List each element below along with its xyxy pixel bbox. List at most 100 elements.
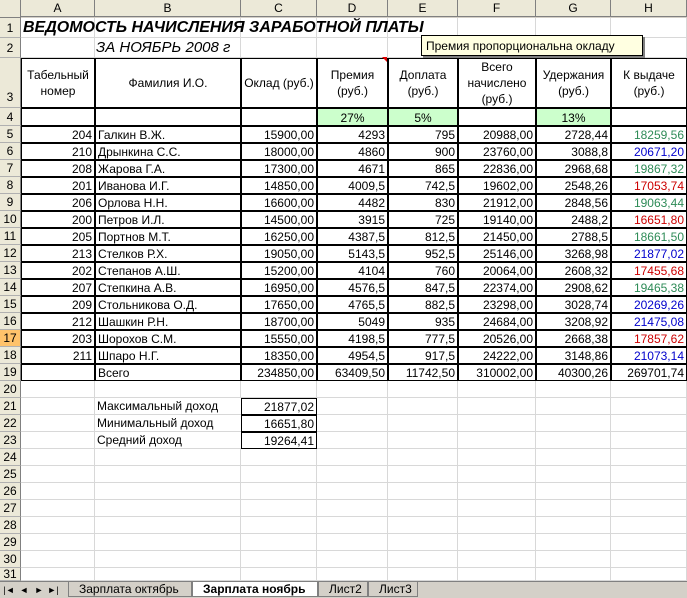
last-sheet-icon[interactable]: ►|	[47, 584, 59, 596]
cell-payout[interactable]: 18259,56	[611, 126, 687, 143]
cell-salary[interactable]: 15200,00	[241, 262, 317, 279]
header-h[interactable]: К выдаче (руб.)	[611, 58, 687, 108]
cell-bonus[interactable]: 4293	[317, 126, 388, 143]
row-header-31[interactable]: 31	[0, 568, 21, 581]
cell-bonus[interactable]: 4198,5	[317, 330, 388, 347]
cell-deduction[interactable]: 3148,86	[536, 347, 611, 364]
row-header-25[interactable]: 25	[0, 466, 21, 483]
cell-bonus[interactable]: 5049	[317, 313, 388, 330]
cell-extra[interactable]: 830	[388, 194, 458, 211]
totals-pay[interactable]: 269701,74	[611, 364, 687, 381]
cell-total[interactable]: 21912,00	[458, 194, 536, 211]
empty-cell[interactable]	[21, 517, 95, 534]
first-sheet-icon[interactable]: |◄	[3, 584, 15, 596]
cell-deduction[interactable]: 2848,56	[536, 194, 611, 211]
cell-extra[interactable]: 795	[388, 126, 458, 143]
column-header-d[interactable]: D	[317, 0, 388, 17]
row-header-21[interactable]: 21	[0, 398, 21, 415]
rate-empty-h[interactable]	[611, 108, 687, 126]
row-header-6[interactable]: 6	[0, 143, 21, 160]
cell-payout[interactable]: 19063,44	[611, 194, 687, 211]
prev-sheet-icon[interactable]: ◄	[18, 584, 30, 596]
cell-id[interactable]: 203	[21, 330, 95, 347]
cell-bonus[interactable]: 4482	[317, 194, 388, 211]
cell-name[interactable]: Жарова Г.А.	[95, 160, 241, 177]
cell-name[interactable]: Портнов М.Т.	[95, 228, 241, 245]
column-header-b[interactable]: B	[95, 0, 241, 17]
rate-d[interactable]: 27%	[317, 108, 388, 126]
totals-ded[interactable]: 40300,26	[536, 364, 611, 381]
header-a[interactable]: Табельный номер	[21, 58, 95, 108]
empty-cell[interactable]	[317, 449, 388, 466]
cell-salary[interactable]: 18350,00	[241, 347, 317, 364]
empty-cell[interactable]	[536, 432, 611, 449]
cell-name[interactable]: Степанов А.Ш.	[95, 262, 241, 279]
empty-cell[interactable]	[536, 381, 611, 398]
empty-cell[interactable]	[317, 551, 388, 568]
empty-cell[interactable]	[458, 381, 536, 398]
cell-id[interactable]: 207	[21, 279, 95, 296]
empty-cell[interactable]	[536, 517, 611, 534]
empty-cell[interactable]	[458, 517, 536, 534]
empty-cell[interactable]	[536, 534, 611, 551]
cell-payout[interactable]: 17857,62	[611, 330, 687, 347]
empty-cell[interactable]	[536, 398, 611, 415]
cell-name[interactable]: Петров И.Л.	[95, 211, 241, 228]
empty-cell[interactable]	[241, 517, 317, 534]
header-f[interactable]: Всего начислено (руб.)	[458, 58, 536, 108]
cell-deduction[interactable]: 2548,26	[536, 177, 611, 194]
cell-id[interactable]: 202	[21, 262, 95, 279]
cell-deduction[interactable]: 2668,38	[536, 330, 611, 347]
cell-name[interactable]: Стольникова О.Д.	[95, 296, 241, 313]
cell-salary[interactable]: 17300,00	[241, 160, 317, 177]
cell-bonus[interactable]: 4576,5	[317, 279, 388, 296]
select-all-corner[interactable]	[0, 0, 21, 18]
header-b[interactable]: Фамилия И.О.	[95, 58, 241, 108]
empty-cell[interactable]	[21, 449, 95, 466]
empty-cell[interactable]	[388, 483, 458, 500]
empty-cell[interactable]	[388, 449, 458, 466]
empty-cell[interactable]	[458, 398, 536, 415]
row-header-8[interactable]: 8	[0, 177, 21, 194]
cell-extra[interactable]: 935	[388, 313, 458, 330]
cell-name[interactable]: Шашкин Р.Н.	[95, 313, 241, 330]
cell-bonus[interactable]: 4009,5	[317, 177, 388, 194]
cell-id[interactable]: 204	[21, 126, 95, 143]
empty-cell[interactable]	[95, 534, 241, 551]
cell-name[interactable]: Дрынкина С.С.	[95, 143, 241, 160]
empty-cell[interactable]	[241, 568, 317, 581]
column-header-a[interactable]: A	[21, 0, 95, 17]
cell-deduction[interactable]: 2728,44	[536, 126, 611, 143]
cell-extra[interactable]: 917,5	[388, 347, 458, 364]
empty-cell[interactable]	[611, 432, 687, 449]
cell-name[interactable]: Галкин В.Ж.	[95, 126, 241, 143]
cell-bonus[interactable]: 4860	[317, 143, 388, 160]
empty-cell[interactable]	[95, 483, 241, 500]
empty-cell[interactable]	[388, 415, 458, 432]
empty-cell[interactable]	[611, 398, 687, 415]
cell-salary[interactable]: 19050,00	[241, 245, 317, 262]
empty-cell[interactable]	[21, 483, 95, 500]
cell-extra[interactable]: 760	[388, 262, 458, 279]
empty-cell[interactable]	[611, 381, 687, 398]
empty-cell[interactable]	[536, 568, 611, 581]
empty-cell[interactable]	[611, 517, 687, 534]
cell-payout[interactable]: 19867,32	[611, 160, 687, 177]
cell-id[interactable]: 209	[21, 296, 95, 313]
empty-cell[interactable]	[388, 500, 458, 517]
column-header-e[interactable]: E	[388, 0, 458, 17]
empty-cell[interactable]	[611, 466, 687, 483]
cell-extra[interactable]: 882,5	[388, 296, 458, 313]
row-header-14[interactable]: 14	[0, 279, 21, 296]
cell-payout[interactable]: 21475,08	[611, 313, 687, 330]
row-header-18[interactable]: 18	[0, 347, 21, 364]
cell-salary[interactable]: 14850,00	[241, 177, 317, 194]
rate-empty-c[interactable]	[241, 108, 317, 126]
cell-salary[interactable]: 18000,00	[241, 143, 317, 160]
cell-id[interactable]: 212	[21, 313, 95, 330]
empty-cell[interactable]	[536, 500, 611, 517]
row-header-27[interactable]: 27	[0, 500, 21, 517]
cell-name[interactable]: Шорохов С.М.	[95, 330, 241, 347]
cell-id[interactable]: 200	[21, 211, 95, 228]
cell-id[interactable]: 213	[21, 245, 95, 262]
